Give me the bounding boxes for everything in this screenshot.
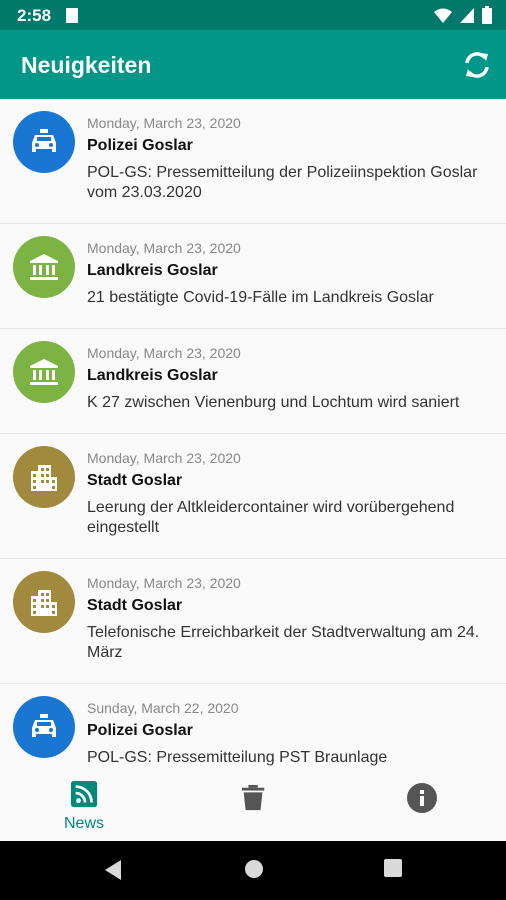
wifi-icon xyxy=(434,8,452,23)
item-source: Stadt Goslar xyxy=(87,472,183,489)
item-date: Monday, March 23, 2020 xyxy=(87,240,241,256)
city-building-icon xyxy=(13,446,75,508)
refresh-icon[interactable] xyxy=(462,50,492,80)
item-source: Stadt Goslar xyxy=(87,597,183,614)
item-text: Telefonische Erreichbarkeit der Stadtver… xyxy=(87,624,480,661)
item-source: Polizei Goslar xyxy=(87,137,193,154)
status-time: 2:58 xyxy=(17,6,52,25)
back-icon[interactable] xyxy=(103,859,123,881)
news-list[interactable]: Monday, March 23, 2020 Polizei Goslar PO… xyxy=(0,99,506,771)
sd-card-icon xyxy=(66,8,78,23)
trash-icon xyxy=(241,784,265,811)
list-item[interactable]: Monday, March 23, 2020 Stadt Goslar Tele… xyxy=(0,559,506,684)
item-text: K 27 zwischen Vienenburg und Lochtum wir… xyxy=(87,394,460,411)
item-source: Polizei Goslar xyxy=(87,722,193,739)
list-item[interactable]: Monday, March 23, 2020 Polizei Goslar PO… xyxy=(0,99,506,224)
item-date: Sunday, March 22, 2020 xyxy=(87,700,239,716)
page-title: Neuigkeiten xyxy=(21,52,152,78)
app-bar: Neuigkeiten xyxy=(0,30,506,99)
list-item[interactable]: Monday, March 23, 2020 Landkreis Goslar … xyxy=(0,224,506,329)
info-icon xyxy=(407,783,437,813)
home-icon[interactable] xyxy=(244,859,264,879)
item-date: Monday, March 23, 2020 xyxy=(87,575,241,591)
status-bar: 2:58 xyxy=(0,0,506,30)
item-text: POL-GS: Pressemitteilung PST Braunlage 2… xyxy=(87,749,388,771)
list-item[interactable]: Sunday, March 22, 2020 Polizei Goslar PO… xyxy=(0,684,506,771)
nav-info[interactable] xyxy=(338,771,506,841)
item-date: Monday, March 23, 2020 xyxy=(87,345,241,361)
nav-news[interactable]: News xyxy=(0,771,168,841)
item-text: POL-GS: Pressemitteilung der Polizeiinsp… xyxy=(87,164,478,201)
institution-icon xyxy=(13,341,75,403)
item-source: Landkreis Goslar xyxy=(87,262,218,279)
item-text: Leerung der Altkleidercontainer wird vor… xyxy=(87,499,455,536)
institution-icon xyxy=(13,236,75,298)
nav-delete[interactable] xyxy=(169,771,337,841)
bottom-navigation: News xyxy=(0,771,506,841)
item-date: Monday, March 23, 2020 xyxy=(87,450,241,466)
status-icons xyxy=(434,6,492,24)
list-item[interactable]: Monday, March 23, 2020 Stadt Goslar Leer… xyxy=(0,434,506,559)
item-source: Landkreis Goslar xyxy=(87,367,218,384)
system-nav-bar xyxy=(0,841,506,900)
police-car-icon xyxy=(13,696,75,758)
signal-icon xyxy=(460,7,474,23)
item-text: 21 bestätigte Covid-19-Fälle im Landkrei… xyxy=(87,289,434,306)
battery-icon xyxy=(482,6,492,24)
list-item[interactable]: Monday, March 23, 2020 Landkreis Goslar … xyxy=(0,329,506,434)
recents-icon[interactable] xyxy=(384,859,402,877)
police-car-icon xyxy=(13,111,75,173)
rss-feed-icon xyxy=(71,781,98,808)
city-building-icon xyxy=(13,571,75,633)
nav-news-label: News xyxy=(63,815,104,832)
item-date: Monday, March 23, 2020 xyxy=(87,115,241,131)
